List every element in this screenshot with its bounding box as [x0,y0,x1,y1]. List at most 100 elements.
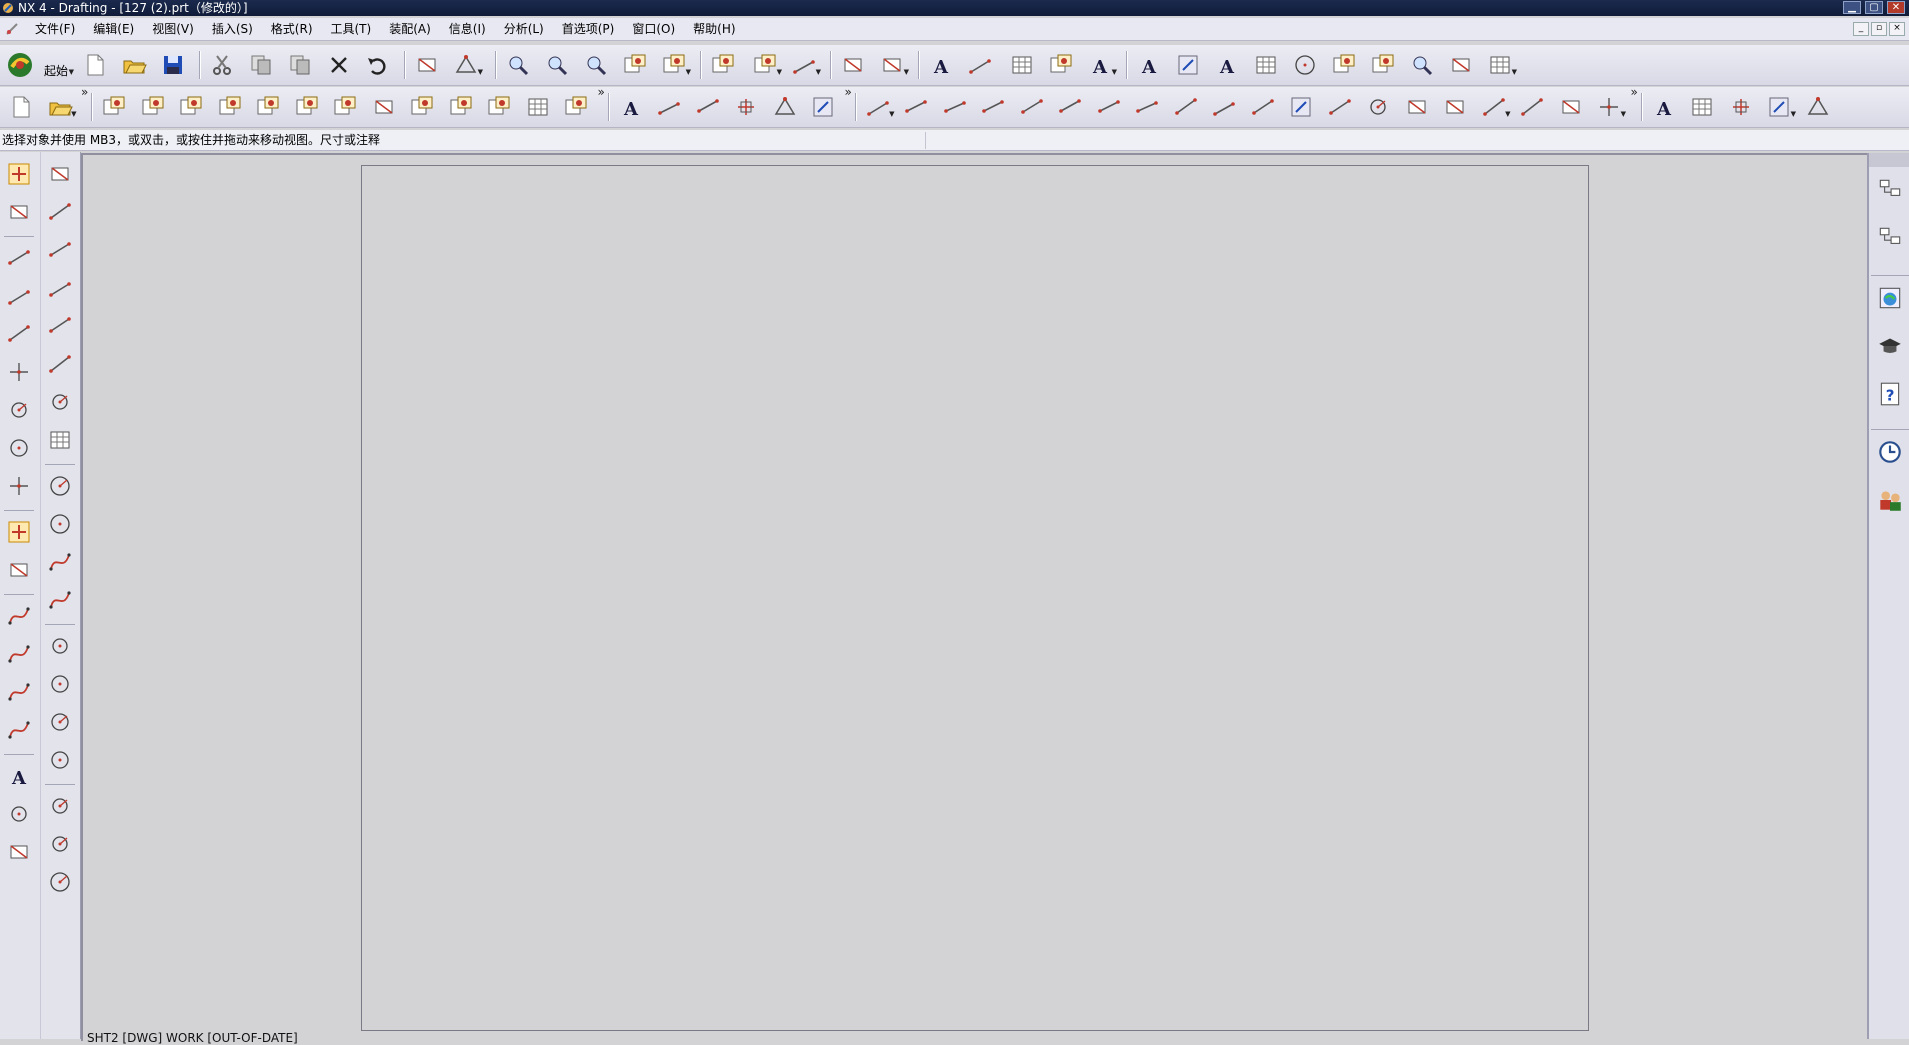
minimize-button[interactable]: ▁ [1843,1,1861,14]
projected-view-button[interactable] [138,92,168,122]
sketch-grid-button[interactable] [44,424,76,456]
dropdown-arrow-icon[interactable]: ▼ [71,111,76,118]
close-button[interactable]: ✕ [1887,1,1905,14]
view-display-button[interactable] [708,50,738,80]
circle-center-button[interactable] [44,630,76,662]
dimension-line-button[interactable] [654,92,684,122]
update-view-button[interactable] [446,92,476,122]
extend-button[interactable] [44,584,76,616]
vertical-chain-button[interactable] [1440,92,1470,122]
assembly-navigator-button[interactable] [1873,173,1907,207]
note-view-button[interactable]: A [3,760,35,792]
open-sheet-button[interactable]: ▼ [45,92,75,122]
table-grid-button[interactable] [523,92,553,122]
horizontal-chain-button[interactable] [1402,92,1432,122]
new-sheet-button[interactable] [6,92,36,122]
app-menu-icon[interactable] [4,21,20,37]
menu-format[interactable]: 格式(R) [262,19,322,39]
perp-line-button[interactable] [44,310,76,342]
revolved-view-button[interactable] [253,92,283,122]
draft-line-button[interactable]: ▼ [789,50,819,80]
angular-dim-button[interactable] [940,92,970,122]
menu-view[interactable]: 视图(V) [143,19,203,39]
offset-tool-button[interactable] [44,546,76,578]
detail-view-button[interactable] [176,92,206,122]
offset-button[interactable] [3,638,35,670]
mdi-close-button[interactable]: × [1889,22,1905,36]
circle-radius-button[interactable] [44,706,76,738]
break-out-button[interactable] [369,92,399,122]
open-button[interactable] [119,50,149,80]
dropdown-arrow-icon[interactable]: ▼ [1512,69,1517,76]
leader-button[interactable] [731,92,761,122]
menu-assembly[interactable]: 装配(A) [380,19,440,39]
menu-insert[interactable]: 插入(S) [203,19,262,39]
arc-length-button[interactable] [1363,92,1393,122]
mdi-minimize-button[interactable]: _ [1853,22,1869,36]
maximize-button[interactable]: ▢ [1865,1,1883,14]
move-view-button[interactable] [561,92,591,122]
dropdown-arrow-icon[interactable]: ▼ [1791,111,1796,118]
drawing-sheet-border[interactable] [361,165,1589,1031]
select-button[interactable] [3,158,35,190]
zoom-window-button[interactable] [503,50,533,80]
parallel-dim-button[interactable] [1017,92,1047,122]
paste-button[interactable] [285,50,315,80]
information-button[interactable] [412,50,442,80]
start-button[interactable]: 起始 ▼ [4,50,70,80]
auto-balloon-button[interactable] [1726,92,1756,122]
fillet-button[interactable] [3,714,35,746]
inferred-dim-button[interactable]: ▼ [863,92,893,122]
circle-button[interactable] [3,432,35,464]
id-symbol-button[interactable] [1173,50,1203,80]
circle-tangent-button[interactable] [44,744,76,776]
edit-text-button[interactable]: A [1134,50,1164,80]
copy-button[interactable] [246,50,276,80]
perpendicular-dim-button[interactable] [1055,92,1085,122]
feature-frame-button[interactable] [808,92,838,122]
circle-dia-button[interactable] [44,828,76,860]
trim-button[interactable] [3,600,35,632]
annotation-text-button[interactable]: A▼ [1085,50,1115,80]
circle-point-button[interactable] [3,394,35,426]
menu-edit[interactable]: 编辑(E) [84,19,143,39]
dropdown-arrow-icon[interactable]: ▼ [816,69,821,76]
spline-button[interactable] [3,318,35,350]
menu-tools[interactable]: 工具(T) [322,19,381,39]
vertical-baseline-button[interactable] [1517,92,1547,122]
parts-list-button[interactable] [1687,92,1717,122]
dimension-button[interactable] [965,50,995,80]
curve-button[interactable] [3,676,35,708]
display-sheet-button[interactable] [1046,50,1076,80]
web-browser-button[interactable] [1873,281,1907,315]
circle-tool-button[interactable] [44,386,76,418]
new-button[interactable] [80,50,110,80]
ruler-button[interactable] [838,50,868,80]
update-views-button[interactable]: ▼ [659,50,689,80]
circle-arc-button[interactable] [44,866,76,898]
point-circle-button[interactable] [44,790,76,822]
part-navigator-button[interactable] [1873,221,1907,255]
search-button[interactable] [1290,50,1320,80]
ordinate-button[interactable] [1556,92,1586,122]
text-button[interactable]: A [926,50,956,80]
radius-dim-button[interactable] [1248,92,1278,122]
angle-line-button[interactable] [44,234,76,266]
view-button[interactable] [1329,50,1359,80]
diameter-dim-button[interactable] [1209,92,1239,122]
arc2-button[interactable] [44,508,76,540]
crosshair-button[interactable]: ▼ [1594,92,1624,122]
point-button[interactable] [3,356,35,388]
edit-button[interactable] [1446,50,1476,80]
chamfer-button[interactable] [3,836,35,868]
annotation-button[interactable]: A [616,92,646,122]
tabular-note-button[interactable]: A [1649,92,1679,122]
menu-window[interactable]: 窗口(O) [623,19,684,39]
edit-style-button[interactable]: ▼ [1764,92,1794,122]
dropdown-arrow-icon[interactable]: ▼ [686,69,691,76]
menu-analysis[interactable]: 分析(L) [495,19,553,39]
unfolded-section-button[interactable] [330,92,360,122]
dropdown-arrow-icon[interactable]: ▼ [478,69,483,76]
menu-file[interactable]: 文件(F) [26,19,84,39]
cut-button[interactable] [207,50,237,80]
